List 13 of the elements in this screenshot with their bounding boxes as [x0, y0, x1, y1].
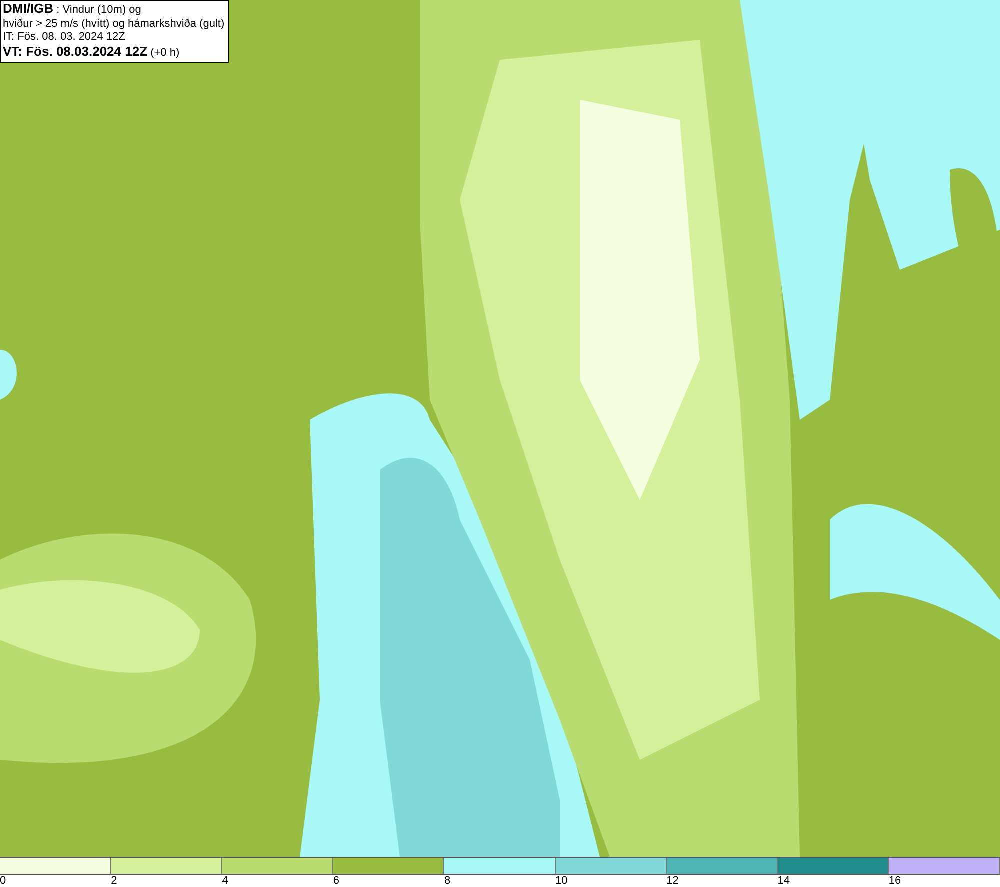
- legend-label: 2: [111, 875, 118, 887]
- info-text: hviður > 25 m/s (hvítt) og hámarkshviða (gult): [3, 18, 225, 31]
- legend-label: 16: [888, 875, 902, 887]
- legend-label: 0: [0, 875, 6, 887]
- legend-label: 4: [222, 875, 228, 887]
- legend-label: 10: [556, 875, 568, 887]
- legend-label: 8: [444, 875, 451, 887]
- legend-label: 14: [778, 875, 790, 887]
- legend-label: 6: [333, 875, 340, 887]
- legend-label: 12: [666, 875, 679, 887]
- info-text: DMI/IGB : Vindur (10m) og: [3, 2, 142, 18]
- info-text: VT: Fös. 08.03.2024 12Z (+0 h): [3, 44, 181, 60]
- info-text: IT: Fös. 08. 03. 2024 12Z: [3, 31, 126, 44]
